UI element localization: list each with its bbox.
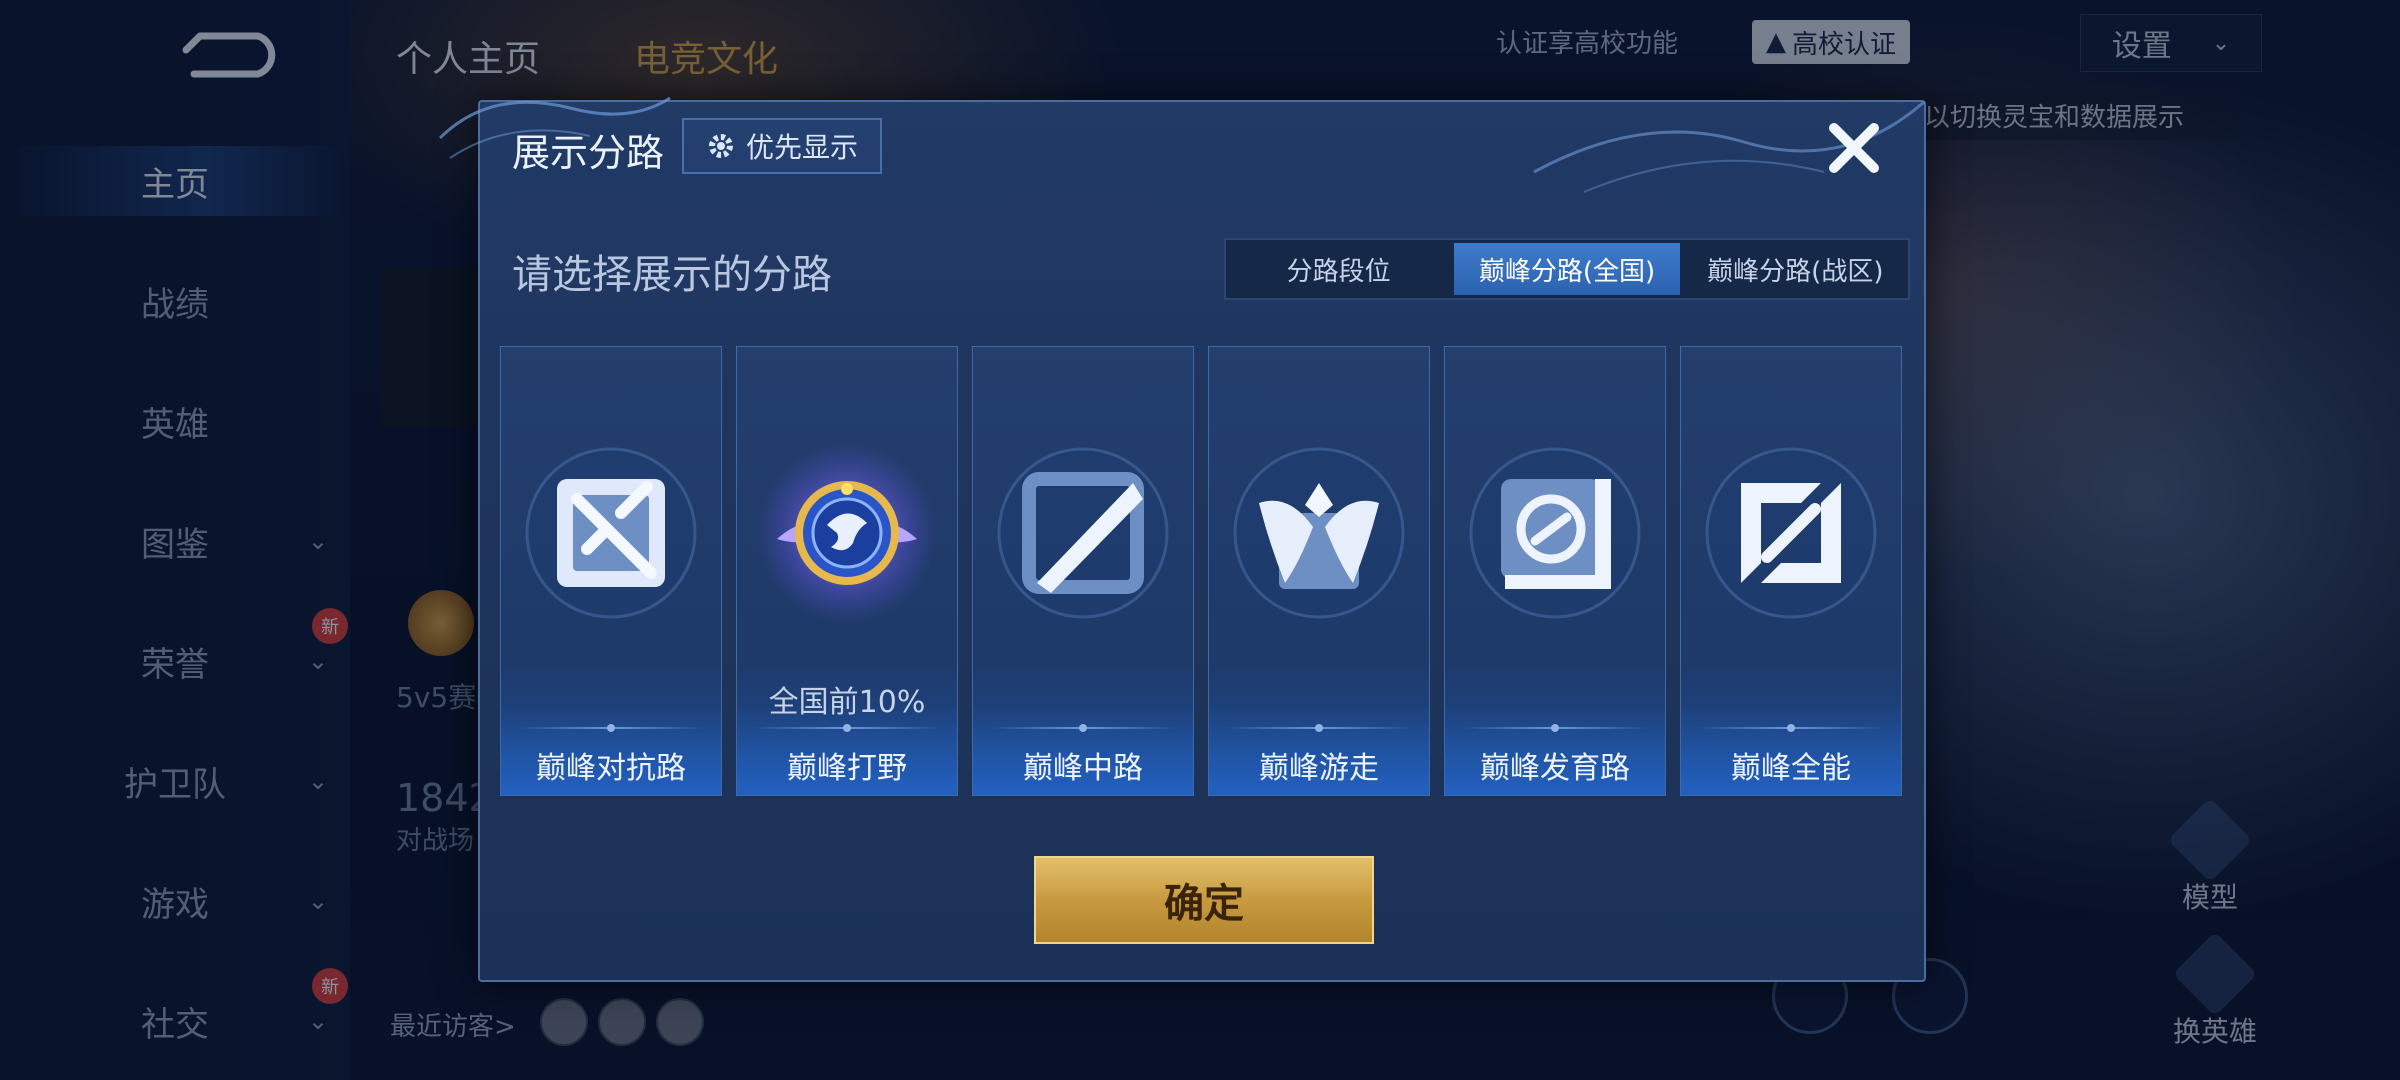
dialog-subtitle: 请选择展示的分路 bbox=[512, 252, 832, 298]
lane-card-all-round[interactable]: 巅峰全能 bbox=[1680, 346, 1902, 796]
lane-label: 巅峰游走 bbox=[1259, 751, 1379, 786]
priority-display-button[interactable]: 优先显示 bbox=[682, 118, 882, 174]
lane-label: 巅峰发育路 bbox=[1480, 751, 1630, 786]
lane-label: 巅峰打野 bbox=[787, 751, 907, 786]
mid-lane-icon bbox=[997, 447, 1169, 619]
confirm-label: 确定 bbox=[1164, 881, 1244, 927]
divider bbox=[519, 724, 703, 732]
close-icon[interactable] bbox=[1822, 116, 1886, 180]
gear-icon bbox=[708, 134, 733, 158]
dialog-title: 展示分路 bbox=[512, 131, 665, 175]
divider bbox=[1463, 724, 1647, 732]
divider bbox=[1227, 724, 1411, 732]
lane-card-jungle[interactable]: 全国前10% 巅峰打野 bbox=[736, 346, 958, 796]
lane-card-farm[interactable]: 巅峰发育路 bbox=[1444, 346, 1666, 796]
jungle-dragon-emblem-icon bbox=[757, 443, 937, 623]
ranking-scope-tabs: 分路段位 巅峰分路(全国) 巅峰分路(战区) bbox=[1224, 238, 1910, 300]
lane-card-mid[interactable]: 巅峰中路 bbox=[972, 346, 1194, 796]
confirm-button[interactable]: 确定 bbox=[1034, 856, 1374, 944]
rank-text: 全国前10% bbox=[768, 685, 926, 720]
lane-display-dialog: 展示分路 优先显示 请选择展示的分路 分路段位 巅峰分路(全国) 巅峰分路(战区… bbox=[438, 96, 1926, 982]
divider bbox=[755, 724, 939, 732]
clash-lane-icon bbox=[525, 447, 697, 619]
lane-card-clash[interactable]: 巅峰对抗路 bbox=[500, 346, 722, 796]
lane-card-list: 巅峰对抗路 全国前10% 巅峰打野 巅峰中路 巅峰游走 巅峰发育路 巅峰全能 bbox=[500, 346, 1902, 796]
tab-lane-rank[interactable]: 分路段位 bbox=[1226, 240, 1451, 298]
lane-label: 巅峰对抗路 bbox=[536, 751, 686, 786]
lane-label: 巅峰全能 bbox=[1731, 751, 1851, 786]
tab-peak-lane-region[interactable]: 巅峰分路(战区) bbox=[1683, 240, 1908, 298]
divider bbox=[991, 724, 1175, 732]
tab-peak-lane-national[interactable]: 巅峰分路(全国) bbox=[1454, 243, 1680, 295]
priority-display-label: 优先显示 bbox=[745, 131, 858, 164]
roam-wings-icon bbox=[1233, 447, 1405, 619]
divider bbox=[1699, 724, 1883, 732]
all-round-icon bbox=[1705, 447, 1877, 619]
lane-card-roam[interactable]: 巅峰游走 bbox=[1208, 346, 1430, 796]
lane-label: 巅峰中路 bbox=[1023, 751, 1143, 786]
farm-lane-icon bbox=[1469, 447, 1641, 619]
